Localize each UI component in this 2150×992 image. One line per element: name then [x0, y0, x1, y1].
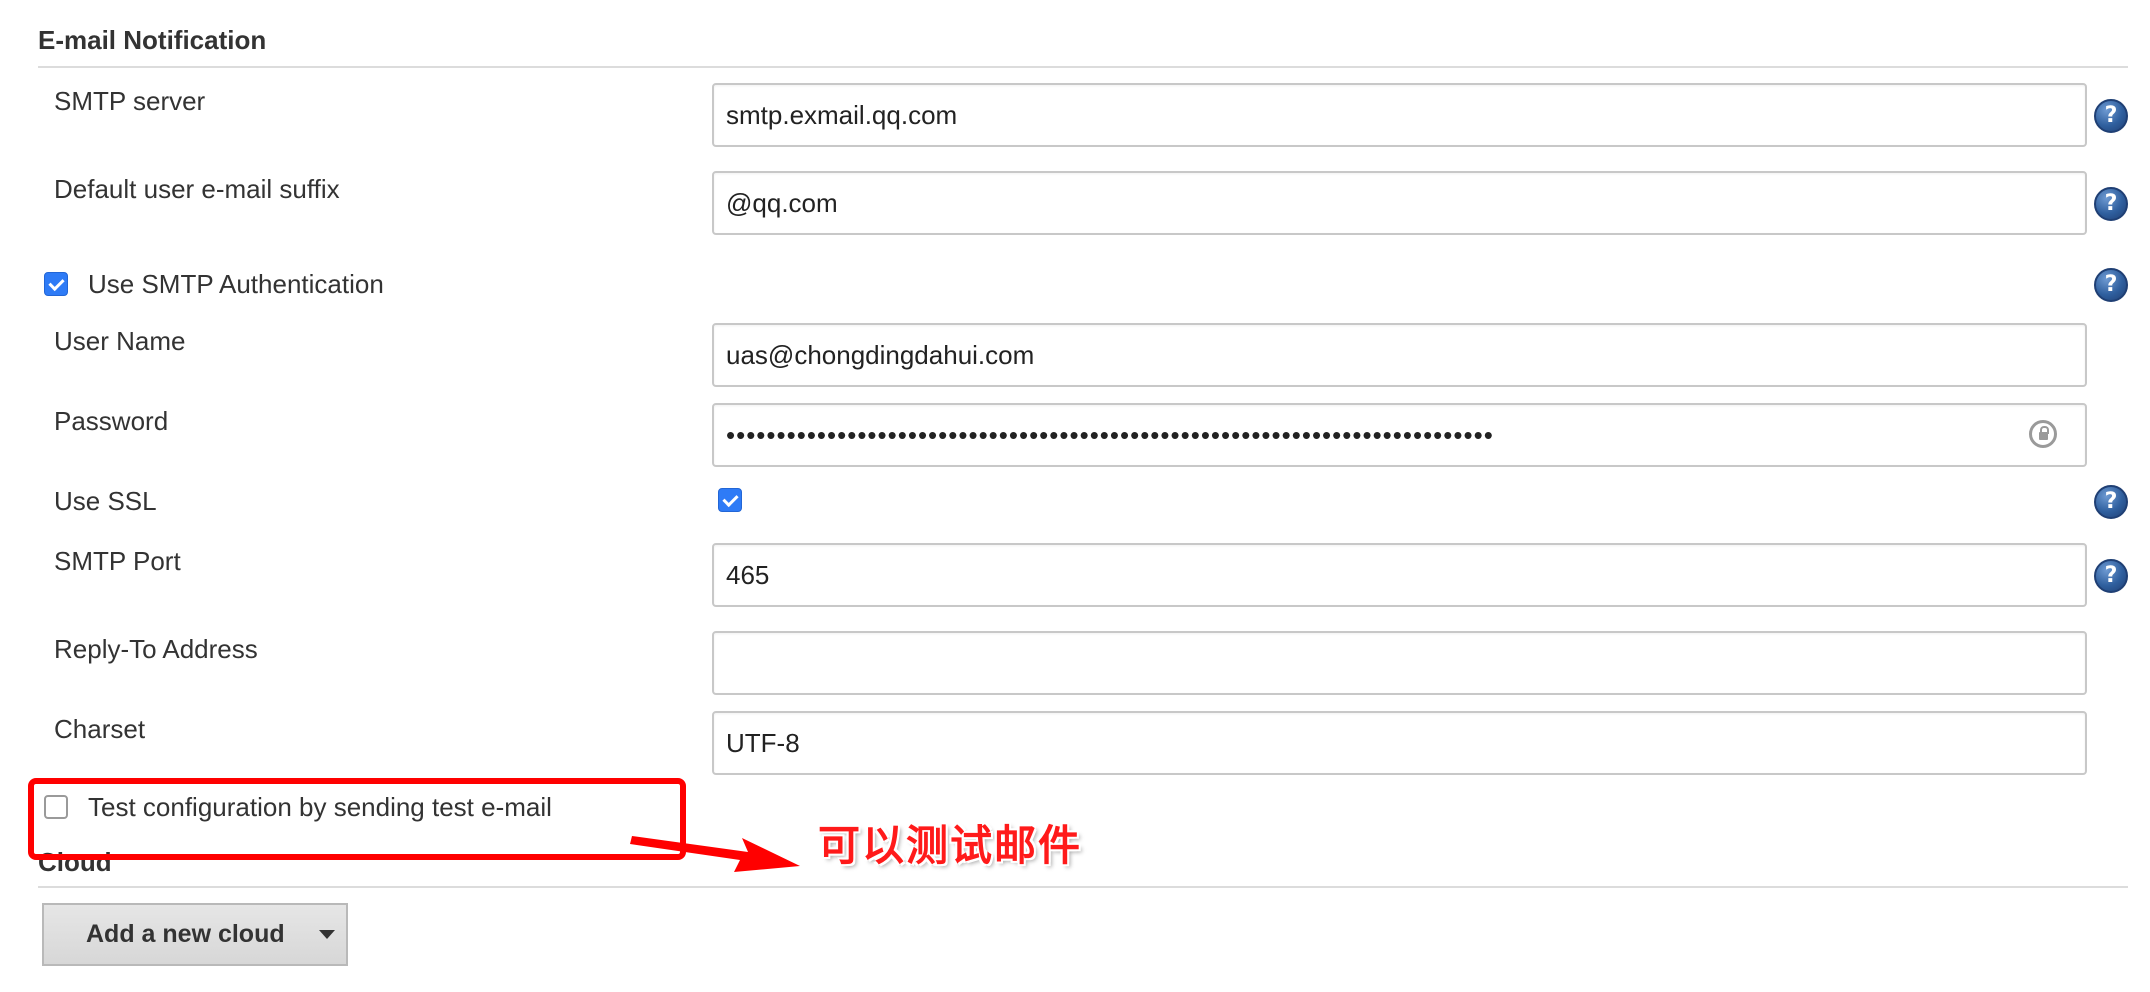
password-label: Password: [54, 406, 169, 436]
annotation-arrow: [630, 836, 800, 872]
use-ssl-help-icon[interactable]: ?: [2094, 485, 2128, 519]
section-divider-cloud: [38, 886, 2128, 888]
password-masked-value: ••••••••••••••••••••••••••••••••••••••••…: [726, 420, 1494, 450]
smtp-server-help-icon[interactable]: ?: [2094, 99, 2128, 133]
charset-input[interactable]: [712, 711, 2087, 775]
use-smtp-auth-label[interactable]: Use SMTP Authentication: [88, 269, 384, 300]
smtp-server-input[interactable]: [712, 83, 2087, 147]
add-new-cloud-label: Add a new cloud: [86, 920, 285, 948]
annotation-text: 可以测试邮件: [818, 821, 1083, 870]
smtp-port-help-icon[interactable]: ?: [2094, 559, 2128, 593]
lock-refresh-icon[interactable]: [2029, 420, 2057, 448]
annotation-highlight-box: [28, 778, 686, 860]
section-title-email-notification: E-mail Notification: [38, 25, 267, 55]
charset-label: Charset: [54, 714, 146, 744]
default-suffix-help-icon[interactable]: ?: [2094, 187, 2128, 221]
user-name-input[interactable]: [712, 323, 2087, 387]
reply-to-input[interactable]: [712, 631, 2087, 695]
use-smtp-auth-help-icon[interactable]: ?: [2094, 268, 2128, 302]
section-divider-email: [38, 66, 2128, 68]
smtp-port-input[interactable]: [712, 543, 2087, 607]
default-suffix-input[interactable]: [712, 171, 2087, 235]
use-smtp-auth-checkbox[interactable]: [44, 272, 68, 296]
caret-down-icon: [318, 930, 335, 939]
add-new-cloud-button[interactable]: Add a new cloud: [42, 903, 348, 966]
user-name-label: User Name: [54, 326, 186, 356]
default-suffix-label: Default user e-mail suffix: [54, 174, 340, 204]
reply-to-label: Reply-To Address: [54, 634, 258, 664]
smtp-server-label: SMTP server: [54, 86, 206, 116]
smtp-port-label: SMTP Port: [54, 546, 181, 576]
use-ssl-label: Use SSL: [54, 486, 157, 516]
use-ssl-checkbox[interactable]: [718, 488, 742, 512]
password-input[interactable]: ••••••••••••••••••••••••••••••••••••••••…: [712, 403, 2087, 467]
